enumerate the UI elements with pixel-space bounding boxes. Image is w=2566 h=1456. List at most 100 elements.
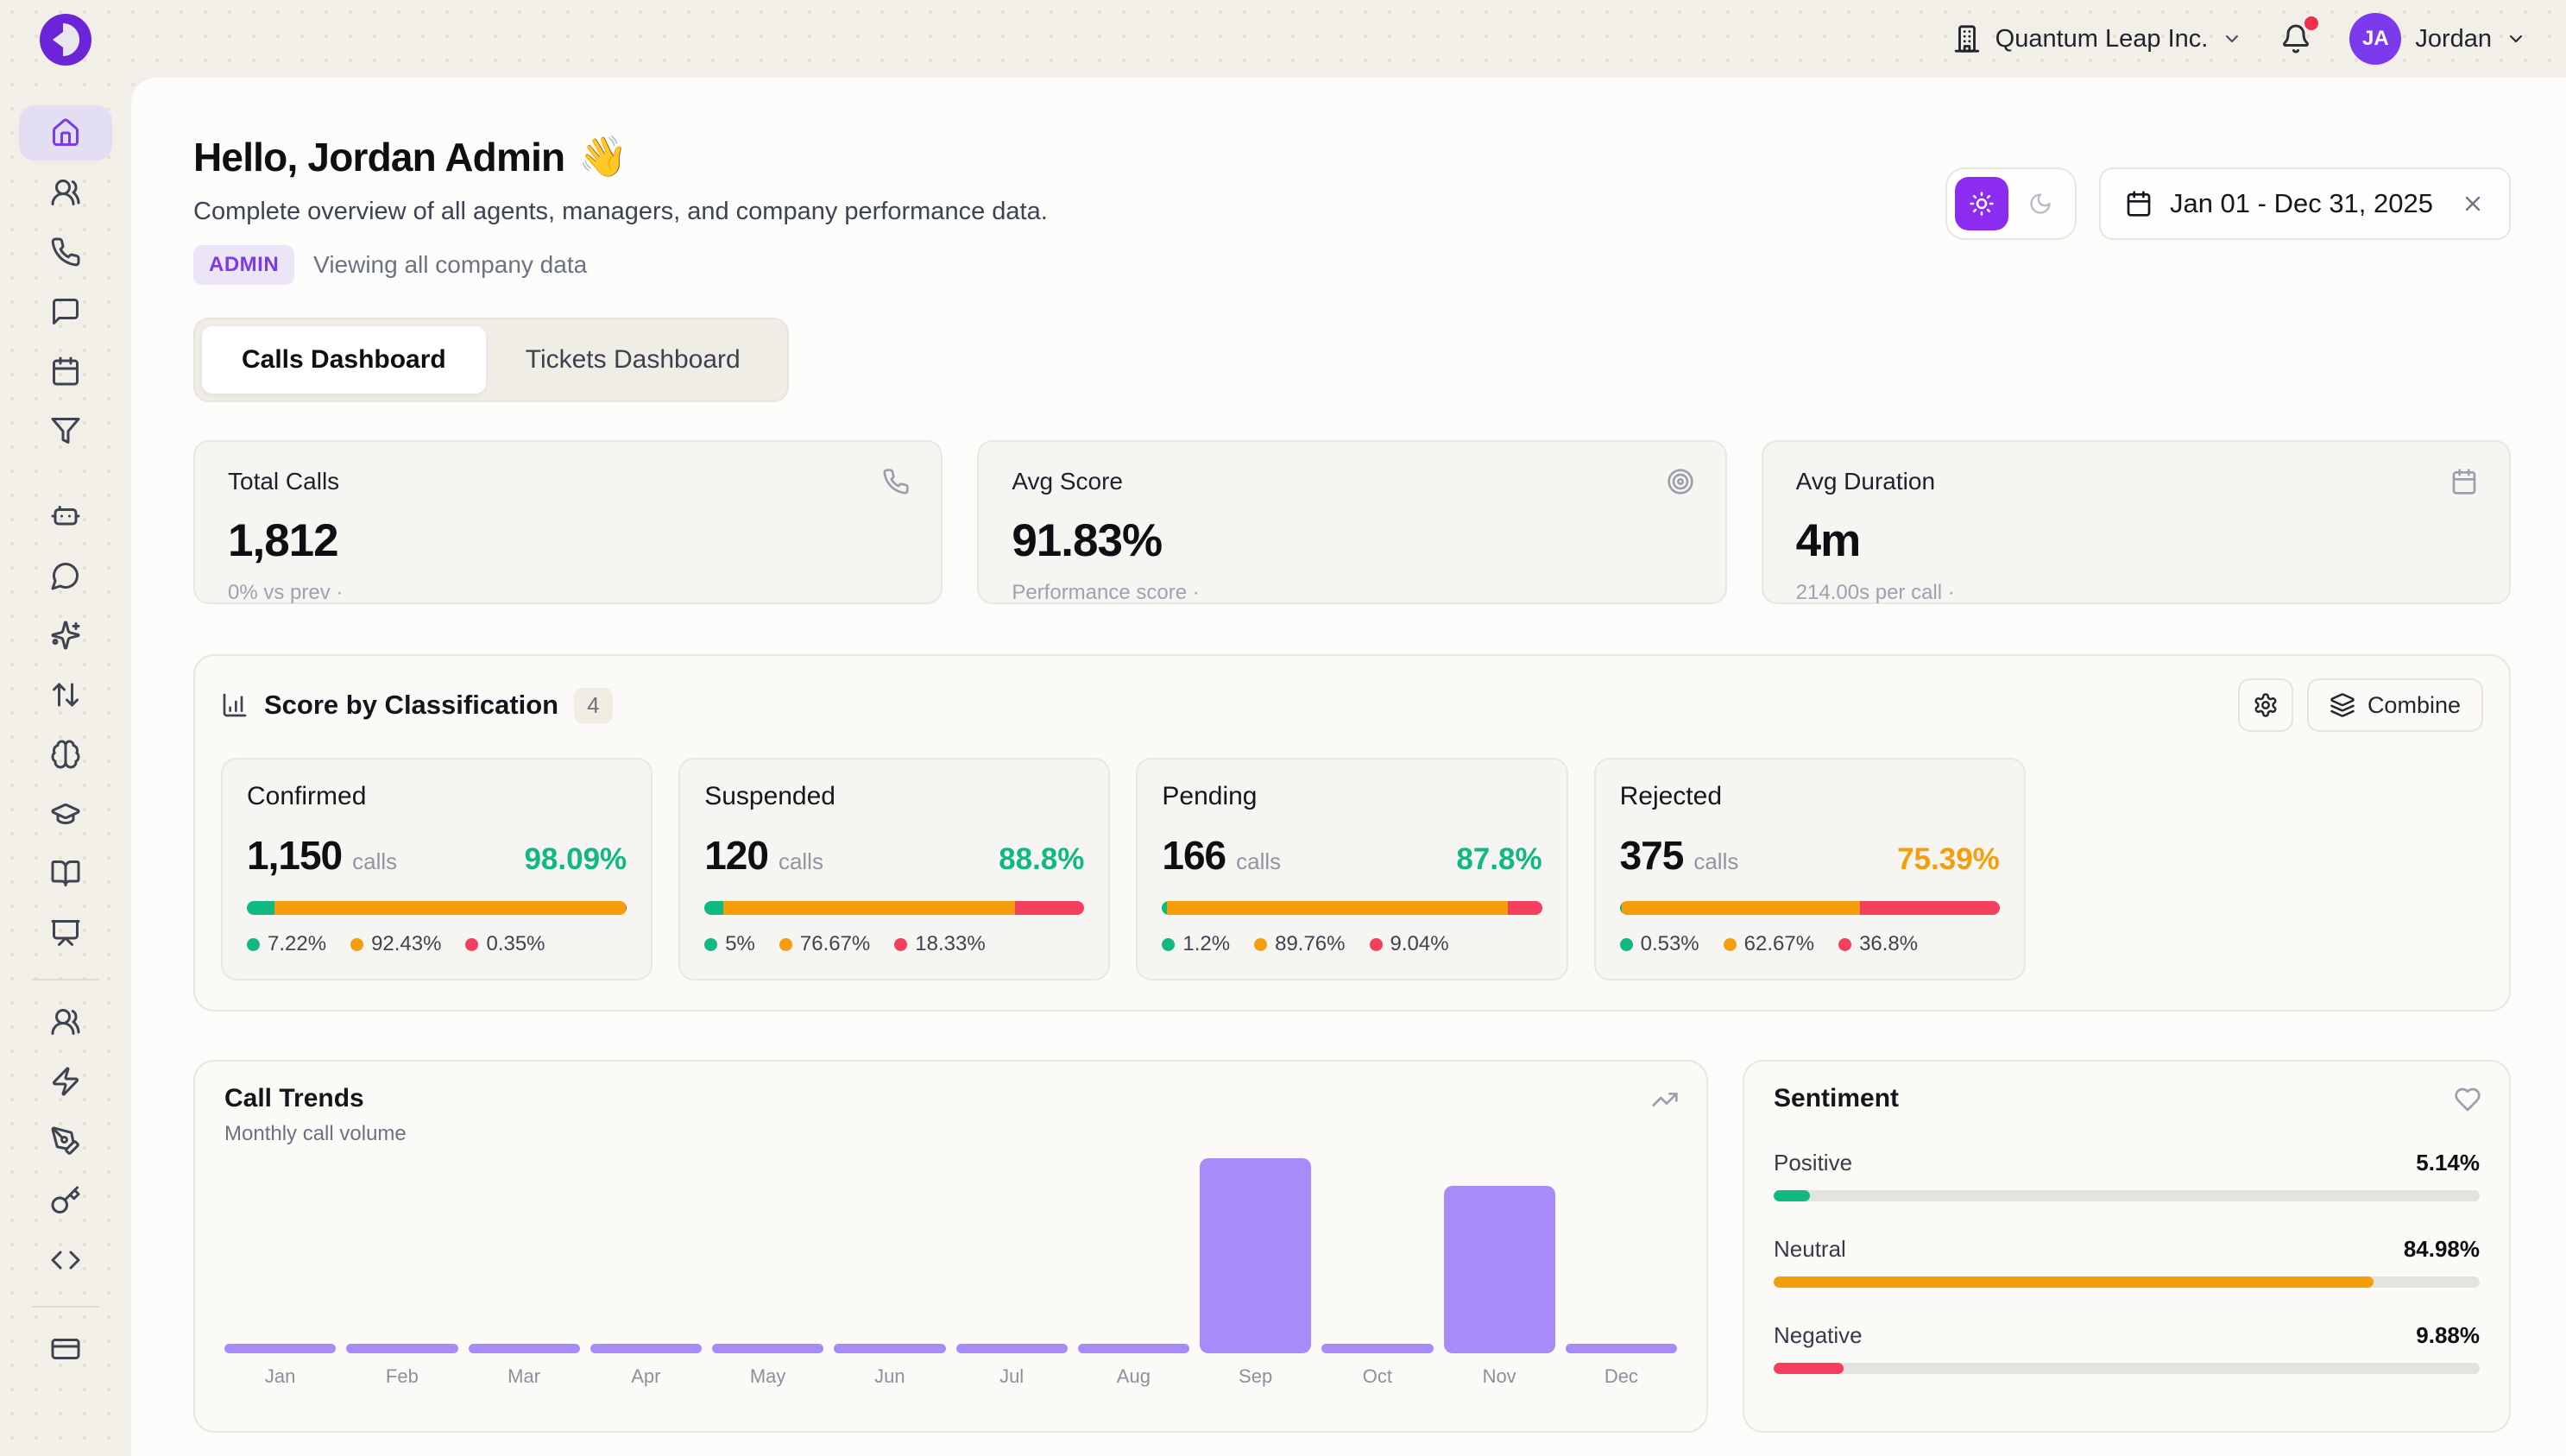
legend-item: 92.43% <box>350 932 441 956</box>
target-icon <box>1667 468 1694 495</box>
combine-button[interactable]: Combine <box>2307 678 2483 732</box>
bar-segment <box>247 901 274 915</box>
month-label: Jul <box>956 1365 1068 1388</box>
trend-bar <box>1444 1186 1555 1353</box>
sidebar-item-filters[interactable] <box>19 403 112 458</box>
date-range-picker[interactable]: Jan 01 - Dec 31, 2025 <box>2099 167 2511 240</box>
theme-toggle[interactable] <box>1945 167 2077 240</box>
chevron-down-icon <box>2506 28 2526 49</box>
clear-date-icon[interactable] <box>2461 192 2485 216</box>
classification-settings-button[interactable] <box>2238 678 2293 732</box>
trend-bar <box>224 1344 336 1353</box>
phone-icon <box>882 468 910 495</box>
notifications-button[interactable] <box>2280 23 2311 54</box>
score-by-classification-section: Score by Classification 4 Combine Confir… <box>193 654 2511 1012</box>
score-percent: 88.8% <box>999 842 1084 877</box>
heart-icon <box>2454 1086 2481 1113</box>
sentiment-row-header: Negative9.88% <box>1774 1322 2480 1349</box>
classification-card-values: 120 calls 88.8% <box>704 832 1084 879</box>
classification-card: Confirmed1,150calls98.09%7.22%92.43%0.35… <box>221 758 653 980</box>
code-icon <box>50 1245 81 1276</box>
sidebar-item-keys[interactable] <box>19 1173 112 1228</box>
classification-cards: Confirmed1,150calls98.09%7.22%92.43%0.35… <box>221 758 2483 980</box>
sidebar-item-transfers[interactable] <box>19 667 112 722</box>
funnel-icon <box>50 415 81 446</box>
sidebar-item-developer[interactable] <box>19 1232 112 1288</box>
classification-card-values: 166calls87.8% <box>1162 832 1541 879</box>
tab-tickets-dashboard[interactable]: Tickets Dashboard <box>486 326 780 394</box>
calendar-icon <box>2125 190 2153 217</box>
sentiment-label: Negative <box>1774 1322 1863 1349</box>
sentiment-bar-fill <box>1774 1276 2374 1288</box>
sidebar-item-users[interactable] <box>19 165 112 220</box>
classification-card-title: Suspended <box>704 782 1084 811</box>
classification-card: Rejected375calls75.39%0.53%62.67%36.8% <box>1594 758 2026 980</box>
trend-bar <box>956 1344 1068 1353</box>
page-subtitle: Complete overview of all agents, manager… <box>193 198 1048 226</box>
sidebar-item-library[interactable] <box>19 846 112 901</box>
calls-suffix: calls <box>1693 848 1738 875</box>
sentiment-label: Positive <box>1774 1150 1852 1176</box>
classification-legend: 1.2%89.76%9.04% <box>1162 932 1541 956</box>
sidebar-item-messages[interactable] <box>19 548 112 603</box>
sentiment-row: Negative9.88% <box>1774 1322 2480 1374</box>
sidebar-item-presentation[interactable] <box>19 905 112 961</box>
presentation-icon <box>50 917 81 949</box>
moon-icon <box>2028 192 2052 216</box>
sidebar-item-intelligence[interactable] <box>19 727 112 782</box>
bar-segment <box>704 901 723 915</box>
sidebar-item-design[interactable] <box>19 1113 112 1169</box>
legend-item: 36.8% <box>1838 932 1918 956</box>
sidebar-item-ai[interactable] <box>19 608 112 663</box>
trend-bars <box>224 1158 1677 1353</box>
calls-suffix: calls <box>779 848 823 875</box>
org-switcher[interactable]: Quantum Leap Inc. <box>1952 24 2243 54</box>
classification-stacked-bar <box>1620 901 2000 915</box>
calls-count: 120 <box>704 832 768 879</box>
sentiment-bar-fill <box>1774 1190 1810 1201</box>
users-icon <box>50 177 81 208</box>
graduation-cap-icon <box>50 798 81 829</box>
role-badge: ADMIN <box>193 245 294 285</box>
sentiment-value: 84.98% <box>2404 1236 2480 1263</box>
sidebar-item-training[interactable] <box>19 786 112 841</box>
sidebar-item-home[interactable] <box>19 105 112 161</box>
stat-subtext: 0% vs prev · <box>228 581 908 605</box>
legend-dot <box>350 938 363 951</box>
card-title: Call Trends <box>224 1084 1677 1113</box>
bar-segment <box>1622 901 1860 915</box>
light-mode-button[interactable] <box>1955 177 2008 230</box>
card-title: Sentiment <box>1774 1084 2480 1113</box>
dark-mode-button[interactable] <box>2014 177 2067 230</box>
trend-bar <box>1566 1344 1677 1353</box>
message-square-icon <box>50 296 81 327</box>
legend-item: 0.53% <box>1620 932 1699 956</box>
trend-bar <box>1078 1344 1189 1353</box>
user-menu[interactable]: JA Jordan <box>2349 13 2526 65</box>
trend-bar-column <box>1566 1158 1677 1353</box>
book-open-icon <box>50 858 81 889</box>
bot-icon <box>50 501 81 532</box>
sidebar-item-automations[interactable] <box>19 1054 112 1109</box>
sentiment-row-header: Positive5.14% <box>1774 1150 2480 1176</box>
bar-segment <box>1167 901 1508 915</box>
sidebar-item-calendar[interactable] <box>19 344 112 399</box>
stat-card-avg-duration: Avg Duration 4m 214.00s per call · <box>1762 440 2511 604</box>
tab-calls-dashboard[interactable]: Calls Dashboard <box>202 326 486 394</box>
month-label: Sep <box>1200 1365 1311 1388</box>
stat-card-total-calls: Total Calls 1,812 0% vs prev · <box>193 440 943 604</box>
notification-dot <box>2304 16 2318 30</box>
legend-dot <box>1254 938 1267 951</box>
sentiment-rows: Positive5.14% Neutral84.98% Negative9.88% <box>1774 1150 2480 1374</box>
month-label: Jan <box>224 1365 336 1388</box>
sidebar-item-chats[interactable] <box>19 284 112 339</box>
sidebar-item-team[interactable] <box>19 994 112 1049</box>
sentiment-row: Neutral84.98% <box>1774 1236 2480 1288</box>
sidebar-item-calls[interactable] <box>19 224 112 280</box>
sidebar-item-bot[interactable] <box>19 488 112 544</box>
stat-title: Avg Score <box>1012 468 1692 495</box>
stat-subtext: 214.00s per call · <box>1796 581 2476 605</box>
sidebar-item-billing[interactable] <box>19 1321 112 1377</box>
sentiment-bar-track <box>1774 1363 2480 1374</box>
bar-segment <box>274 901 626 915</box>
